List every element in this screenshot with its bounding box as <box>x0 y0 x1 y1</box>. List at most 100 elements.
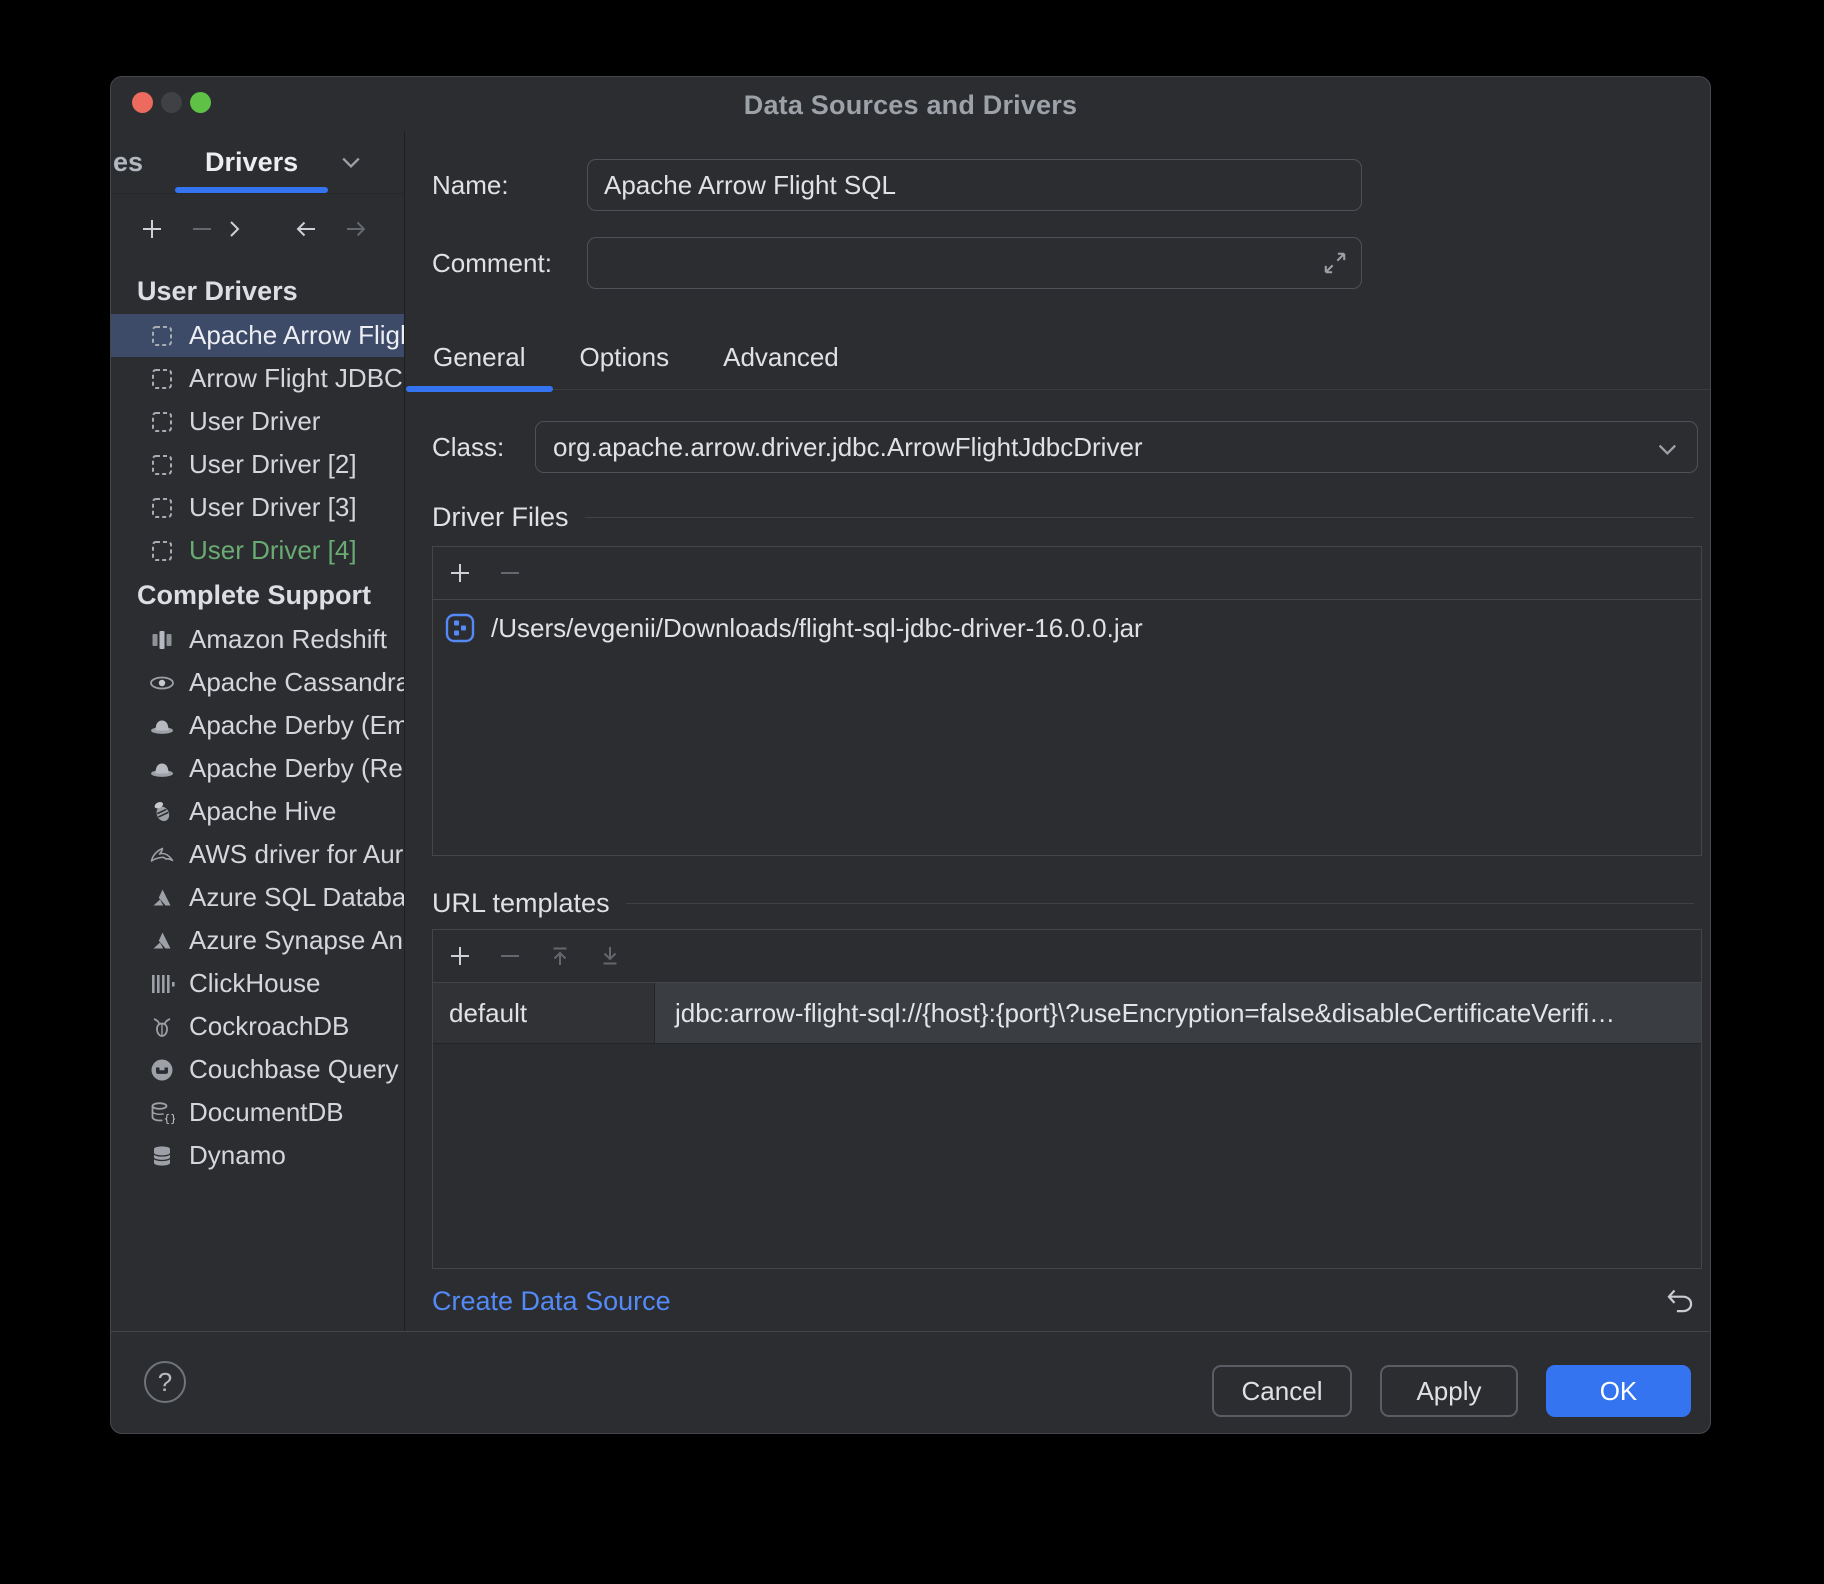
sidebar-item-label: User Driver <box>189 406 320 437</box>
sidebar-item-label: ClickHouse <box>189 968 321 999</box>
sidebar-item-documentdb[interactable]: {} DocumentDB <box>111 1091 404 1134</box>
driver-icon <box>149 366 175 392</box>
add-file-icon[interactable] <box>447 560 473 586</box>
sidebar-item-label: Azure SQL Database <box>189 882 404 913</box>
comment-field-wrap <box>587 237 1362 289</box>
ok-button[interactable]: OK <box>1546 1365 1691 1417</box>
url-template-name[interactable]: default <box>433 983 655 1043</box>
cockroach-icon <box>149 1014 175 1040</box>
sidebar-item-apache-derby-embedded[interactable]: Apache Derby (Embedded) <box>111 704 404 747</box>
expand-menu-icon[interactable] <box>221 216 247 242</box>
sidebar-item-label: Azure Synapse Analytics <box>189 925 404 956</box>
data-sources-and-drivers-dialog: Data Sources and Drivers es Drivers User… <box>110 76 1711 1434</box>
sidebar-item-label: User Driver [4] <box>189 535 357 566</box>
name-label: Name: <box>432 159 509 211</box>
sidebar-item-apache-derby-remote[interactable]: Apache Derby (Remote) <box>111 747 404 790</box>
sidebar-item-apache-cassandra[interactable]: Apache Cassandra <box>111 661 404 704</box>
tab-drivers[interactable]: Drivers <box>175 131 328 193</box>
driver-icon <box>149 538 175 564</box>
tab-options[interactable]: Options <box>553 326 697 389</box>
driver-files-section-title: Driver Files <box>432 493 1694 541</box>
help-button[interactable]: ? <box>144 1361 186 1403</box>
sidebar-item-label: AWS driver for Aurora <box>189 839 404 870</box>
sidebar-item-apache-hive[interactable]: Apache Hive <box>111 790 404 833</box>
sidebar-item-user-driver[interactable]: User Driver <box>111 400 404 443</box>
tab-advanced[interactable]: Advanced <box>696 326 866 389</box>
sidebar-item-label: Apache Derby (Embedded) <box>189 710 404 741</box>
azure-icon <box>149 928 175 954</box>
sidebar-section-header-user-drivers: User Drivers <box>111 268 404 314</box>
url-template-value[interactable]: jdbc:arrow-flight-sql://{host}:{port}\?u… <box>655 983 1701 1043</box>
sidebar-item-azure-synapse-analytics[interactable]: Azure Synapse Analytics <box>111 919 404 962</box>
class-label: Class: <box>432 421 504 473</box>
sidebar-item-user-driver-2[interactable]: User Driver [2] <box>111 443 404 486</box>
chevron-down-icon[interactable] <box>340 156 362 169</box>
remove-file-icon[interactable] <box>497 560 523 586</box>
sidebar-item-couchbase-query[interactable]: Couchbase Query <box>111 1048 404 1091</box>
documentdb-icon: {} <box>149 1100 175 1126</box>
back-arrow-icon[interactable] <box>293 216 319 242</box>
tab-data-sources-partial[interactable]: es <box>113 147 143 178</box>
sidebar-toolbar <box>111 194 404 264</box>
driver-icon <box>149 409 175 435</box>
azure-icon <box>149 885 175 911</box>
driver-file-row[interactable]: /Users/evgenii/Downloads/flight-sql-jdbc… <box>433 600 1701 656</box>
couchbase-icon <box>149 1057 175 1083</box>
main-footer: Create Data Source <box>405 1269 1710 1334</box>
chevron-down-icon <box>1657 443 1679 456</box>
sidebar-item-cockroachdb[interactable]: CockroachDB <box>111 1005 404 1048</box>
undo-icon[interactable] <box>1664 1285 1696 1317</box>
comment-input[interactable] <box>587 237 1362 289</box>
remove-template-icon[interactable] <box>497 943 523 969</box>
sidebar-item-apache-arrow-flight-sql[interactable]: Apache Arrow Flight SQL <box>111 314 404 357</box>
class-combobox[interactable]: org.apache.arrow.driver.jdbc.ArrowFlight… <box>535 421 1698 473</box>
sidebar-section-header-complete-support: Complete Support <box>111 572 404 618</box>
sidebar-list: User DriversApache Arrow Flight SQLArrow… <box>111 264 404 1177</box>
move-up-icon[interactable] <box>547 943 573 969</box>
apply-button[interactable]: Apply <box>1380 1365 1518 1417</box>
sidebar-item-user-driver-3[interactable]: User Driver [3] <box>111 486 404 529</box>
remove-driver-icon[interactable] <box>189 216 215 242</box>
sidebar-item-label: Amazon Redshift <box>189 624 387 655</box>
url-templates-toolbar <box>433 930 1701 983</box>
tab-general[interactable]: General <box>406 326 553 389</box>
driver-icon <box>149 495 175 521</box>
driver-files-toolbar <box>433 547 1701 600</box>
sidebar-item-label: Apache Hive <box>189 796 336 827</box>
url-template-row[interactable]: defaultjdbc:arrow-flight-sql://{host}:{p… <box>433 983 1701 1044</box>
sidebar-item-user-driver-4[interactable]: User Driver [4] <box>111 529 404 572</box>
clickhouse-icon <box>149 971 175 997</box>
sidebar-item-label: CockroachDB <box>189 1011 349 1042</box>
jar-icon <box>445 613 475 643</box>
sidebar-item-label: User Driver [3] <box>189 492 357 523</box>
sidebar-item-label: DocumentDB <box>189 1097 344 1128</box>
sidebar-item-dynamo[interactable]: Dynamo <box>111 1134 404 1177</box>
name-input[interactable] <box>587 159 1362 211</box>
sidebar-item-aws-driver-for-aurora[interactable]: AWS driver for Aurora <box>111 833 404 876</box>
class-value: org.apache.arrow.driver.jdbc.ArrowFlight… <box>553 432 1143 463</box>
create-data-source-link[interactable]: Create Data Source <box>432 1269 671 1334</box>
cassandra-icon <box>149 670 175 696</box>
url-templates-box: defaultjdbc:arrow-flight-sql://{host}:{p… <box>432 929 1702 1269</box>
expand-editor-icon[interactable] <box>1320 248 1350 278</box>
driver-icon <box>149 323 175 349</box>
main-panel: Name: Comment: GeneralOptionsAdvanced Cl… <box>404 131 1710 1332</box>
sidebar-item-label: Couchbase Query <box>189 1054 399 1085</box>
cancel-button[interactable]: Cancel <box>1212 1365 1352 1417</box>
driver-file-path: /Users/evgenii/Downloads/flight-sql-jdbc… <box>491 613 1143 644</box>
move-down-icon[interactable] <box>597 943 623 969</box>
sidebar-item-azure-sql-database[interactable]: Azure SQL Database <box>111 876 404 919</box>
sidebar-item-amazon-redshift[interactable]: Amazon Redshift <box>111 618 404 661</box>
url-templates-table: defaultjdbc:arrow-flight-sql://{host}:{p… <box>433 983 1701 1044</box>
add-driver-icon[interactable] <box>139 216 165 242</box>
sidebar-item-clickhouse[interactable]: ClickHouse <box>111 962 404 1005</box>
sidebar-item-arrow-flight-jdbc[interactable]: Arrow Flight JDBC <box>111 357 404 400</box>
forward-arrow-icon[interactable] <box>343 216 369 242</box>
url-templates-section-title: URL templates <box>432 879 1694 927</box>
driver-files-list: /Users/evgenii/Downloads/flight-sql-jdbc… <box>433 600 1701 656</box>
svg-text:{}: {} <box>164 1112 176 1125</box>
sidebar-item-label: Apache Derby (Remote) <box>189 753 404 784</box>
dialog-buttons: Cancel Apply OK <box>1212 1365 1691 1417</box>
aws-dolphin-icon <box>149 842 175 868</box>
add-template-icon[interactable] <box>447 943 473 969</box>
